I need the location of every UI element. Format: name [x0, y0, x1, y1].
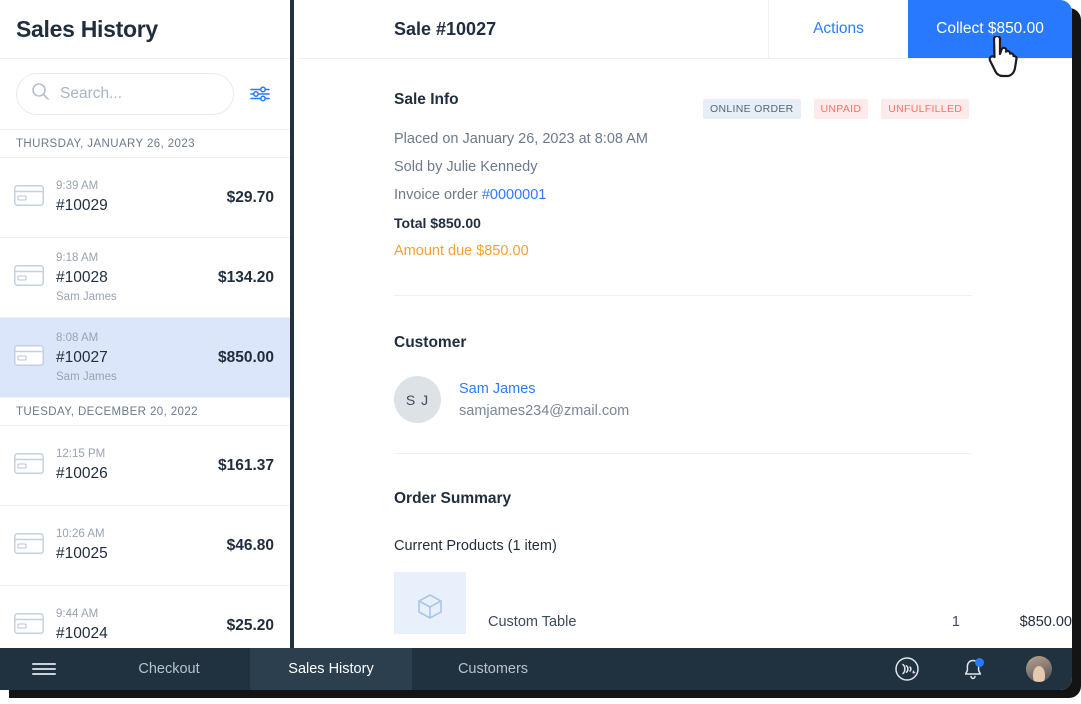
credit-card-icon — [14, 532, 44, 559]
nav-tabs: Checkout Sales History Customers — [88, 648, 574, 690]
customer-avatar-initials: S J — [394, 376, 441, 423]
status-badge: UNFULFILLED — [881, 99, 970, 119]
sale-item-customer: Sam James — [56, 370, 117, 383]
sale-item-text: 8:08 AM #10027 Sam James — [56, 330, 218, 386]
credit-card-icon — [14, 612, 44, 639]
credit-card-icon — [14, 184, 44, 211]
search-box[interactable] — [16, 73, 234, 115]
collect-payment-button[interactable]: Collect $850.00 — [908, 0, 1072, 58]
sale-item-customer: Sam James — [56, 290, 117, 303]
sale-detail-pane: Sale #10027 Actions Collect $850.00 Sale… — [298, 0, 1072, 648]
sale-info-section: Sale Info Placed on January 26, 2023 at … — [394, 59, 1072, 265]
sale-list-item[interactable]: 8:08 AM #10027 Sam James $850.00 — [0, 318, 290, 398]
credit-card-icon — [14, 452, 44, 479]
notification-badge-dot — [975, 658, 984, 667]
sold-by-text: Sold by Julie Kennedy — [394, 159, 538, 175]
order-summary-section: Order Summary Current Products (1 item) — [394, 454, 1072, 634]
product-quantity: 1 — [951, 614, 960, 630]
sale-item-amount: $161.37 — [217, 456, 274, 474]
sale-item-time: 12:15 PM — [56, 448, 106, 460]
sale-item-text: 9:18 AM #10028 Sam James — [56, 250, 218, 306]
sale-list-item[interactable]: 9:39 AM #10029 $29.70 — [0, 158, 290, 238]
sidebar-header: Sales History — [0, 0, 290, 59]
amount-due-text: Amount due $850.00 — [394, 243, 529, 259]
contactless-payment-icon[interactable] — [874, 648, 940, 690]
status-badge: ONLINE ORDER — [703, 99, 801, 119]
product-price: $850.00 — [1019, 614, 1072, 630]
hamburger-menu-icon[interactable] — [0, 648, 88, 690]
credit-card-icon — [14, 344, 44, 371]
sales-list: THURSDAY, JANUARY 26, 2023 9:39 AM #10029 $… — [0, 130, 290, 648]
invoice-number-link[interactable]: #0000001 — [482, 187, 547, 203]
product-thumbnail — [394, 572, 466, 634]
customer-row: S J Sam James samjames234@zmail.com — [394, 376, 1072, 423]
sale-item-id: #10029 — [56, 197, 108, 214]
sale-list-item[interactable]: 10:26 AM #10025 $46.80 — [0, 506, 290, 586]
search-input[interactable] — [60, 85, 219, 103]
credit-card-icon — [14, 264, 44, 291]
sliders-filter-icon[interactable] — [248, 81, 274, 107]
sale-item-time: 9:18 AM — [56, 251, 99, 264]
product-name: Custom Table — [488, 614, 577, 630]
sale-list-item[interactable]: 9:18 AM #10028 Sam James $134.20 — [0, 238, 290, 318]
bell-notification-icon[interactable] — [940, 648, 1006, 690]
sales-date-group-header: TUESDAY, DECEMBER 20, 2022 — [0, 398, 290, 426]
status-badge-row: ONLINE ORDER UNPAID UNFULFILLED — [703, 99, 970, 119]
window-frame: Sales History Search... THURSDAY, JANUAR… — [0, 0, 1072, 690]
sale-item-amount: $46.80 — [226, 536, 274, 554]
box-product-icon — [415, 591, 445, 626]
sales-history-sidebar: Sales History Search... THURSDAY, JANUAR… — [0, 0, 294, 648]
invoice-order-line: Invoice order #0000001 — [394, 181, 1072, 209]
actions-button[interactable]: Actions — [768, 0, 908, 58]
sale-item-time: 10:26 AM — [56, 528, 105, 540]
placed-on-text: Placed on January 26, 2023 at 8:08 AM — [394, 131, 648, 147]
nav-tab-customers[interactable]: Customers — [412, 648, 574, 690]
detail-body: Sale Info Placed on January 26, 2023 at … — [298, 59, 1072, 634]
customer-section: Customer S J Sam James samjames234@zmail… — [394, 296, 1072, 423]
sale-list-item[interactable]: 12:15 PM #10026 $161.37 — [0, 426, 290, 506]
detail-header: Sale #10027 Actions Collect $850.00 — [298, 0, 1072, 59]
sale-item-text: 9:44 AM #10024 — [56, 606, 227, 645]
nav-tab-sales-history[interactable]: Sales History — [250, 648, 412, 690]
sale-item-text: 10:26 AM #10025 — [56, 526, 227, 565]
sale-item-id: #10025 — [56, 545, 108, 562]
sale-item-id: #10028 — [56, 268, 108, 286]
user-avatar[interactable] — [1006, 648, 1072, 690]
sale-detail-title: Sale #10027 — [394, 18, 497, 39]
invoice-order-label: Invoice order — [394, 187, 482, 203]
search-icon — [31, 82, 50, 106]
search-row — [0, 59, 290, 130]
customer-name-link[interactable]: Sam James — [459, 378, 629, 400]
sale-item-time: 8:08 AM — [56, 331, 99, 344]
sale-item-amount: $850.00 — [217, 348, 274, 366]
bottom-navigation-bar: Checkout Sales History Customers — [0, 648, 1072, 690]
current-products-label: Current Products (1 item) — [394, 538, 557, 554]
sales-date-group-header: THURSDAY, JANUARY 26, 2023 — [0, 130, 290, 158]
sale-list-item[interactable]: 9:44 AM #10024 $25.20 — [0, 586, 290, 648]
sale-item-amount: $25.20 — [226, 616, 274, 634]
sale-item-id: #10026 — [56, 465, 108, 482]
sale-item-amount: $134.20 — [217, 268, 274, 286]
sale-item-text: 12:15 PM #10026 — [56, 446, 218, 485]
user-avatar-image — [1026, 656, 1052, 682]
customer-heading: Customer — [394, 334, 467, 351]
sale-item-time: 9:39 AM — [56, 180, 99, 192]
nav-tab-checkout[interactable]: Checkout — [88, 648, 250, 690]
sale-item-id: #10027 — [56, 348, 108, 366]
sale-item-time: 9:44 AM — [56, 608, 99, 620]
customer-email: samjames234@zmail.com — [459, 402, 630, 419]
sale-item-amount: $29.70 — [226, 188, 274, 206]
sale-item-text: 9:39 AM #10029 — [56, 178, 227, 217]
product-row[interactable]: Custom Table 1 $850.00 — [394, 572, 1072, 634]
page-title: Sales History — [16, 15, 158, 42]
total-amount-text: Total $850.00 — [394, 215, 481, 231]
status-badge: UNPAID — [813, 99, 869, 119]
sale-item-id: #10024 — [56, 625, 108, 642]
order-summary-heading: Order Summary — [394, 490, 512, 507]
app-window: Sales History Search... THURSDAY, JANUAR… — [0, 0, 1081, 704]
